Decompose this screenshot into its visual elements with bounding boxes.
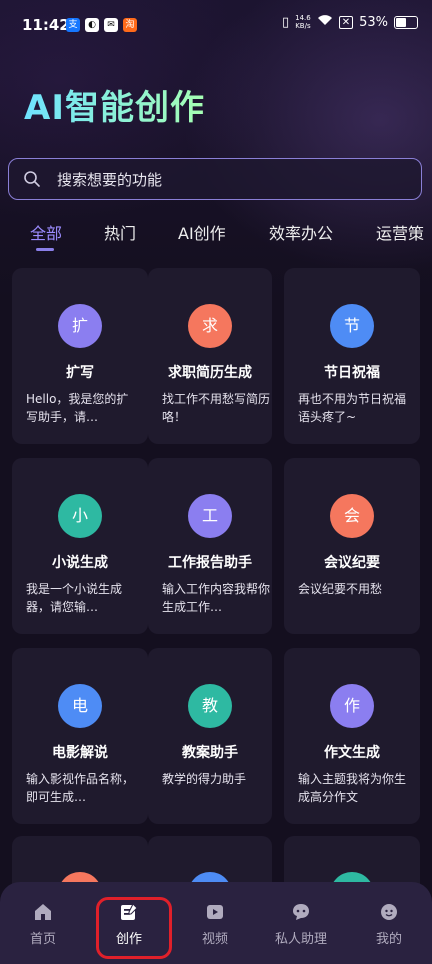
home-icon bbox=[35, 904, 51, 920]
wifi-icon bbox=[317, 14, 333, 30]
card-icon: 电 bbox=[58, 684, 102, 728]
category-tabs: 全部 热门 AI创作 效率办公 运营策 bbox=[0, 212, 432, 252]
status-bar: 11:42 支 ◐ ✉ 淘 ▯ 14.6 KB/s ✕ 53% bbox=[0, 0, 432, 52]
tab-hot[interactable]: 热门 bbox=[104, 220, 136, 244]
status-time: 11:42 bbox=[22, 16, 70, 34]
mail-icon: ✉ bbox=[104, 18, 118, 32]
profile-icon bbox=[381, 904, 397, 920]
card-icon: 会 bbox=[330, 494, 374, 538]
alipay-icon: 支 bbox=[66, 18, 80, 32]
card-title: 教案助手 bbox=[182, 745, 238, 761]
card-description: 再也不用为节日祝福语头疼了~ bbox=[298, 392, 407, 424]
feature-card-expand[interactable]: 扩 扩写 Hello，我是您的扩写助手，请… bbox=[12, 268, 148, 444]
nav-label: 首页 bbox=[29, 932, 56, 947]
card-description: 我是一个小说生成器，请您输… bbox=[26, 582, 123, 614]
active-tab-indicator bbox=[36, 248, 54, 251]
card-icon: 小 bbox=[58, 494, 102, 538]
card-title: 工作报告助手 bbox=[168, 555, 252, 571]
card-title: 作文生成 bbox=[324, 745, 380, 761]
search-icon bbox=[23, 170, 41, 192]
feature-grid: 扩 扩写 Hello，我是您的扩写助手，请… 求 求职简历生成 找工作不用愁写简… bbox=[12, 268, 420, 928]
nav-profile[interactable]: 我的 bbox=[346, 902, 432, 947]
feature-card-lesson-plan[interactable]: 教 教案助手 教学的得力助手 bbox=[148, 648, 272, 824]
tab-office[interactable]: 效率办公 bbox=[269, 220, 333, 244]
card-icon: 扩 bbox=[58, 304, 102, 348]
card-description: 输入影视作品名称，即可生成… bbox=[26, 772, 135, 804]
video-icon bbox=[207, 905, 223, 919]
assistant-icon bbox=[293, 904, 309, 920]
search-bar[interactable] bbox=[8, 158, 422, 200]
app-store-icon: 淘 bbox=[123, 18, 137, 32]
card-description: Hello，我是您的扩写助手，请… bbox=[26, 392, 129, 424]
card-icon: 求 bbox=[188, 304, 232, 348]
search-input[interactable] bbox=[55, 165, 399, 195]
nav-home[interactable]: 首页 bbox=[0, 902, 86, 947]
nav-assistant[interactable]: 私人助理 bbox=[258, 902, 344, 947]
feature-card-holiday[interactable]: 节 节日祝福 再也不用为节日祝福语头疼了~ bbox=[284, 268, 420, 444]
battery-percent: 53% bbox=[359, 14, 388, 30]
battery-icon bbox=[394, 15, 418, 29]
card-title: 节日祝福 bbox=[324, 365, 380, 381]
nav-label: 我的 bbox=[375, 932, 402, 947]
app-icon: ◐ bbox=[85, 18, 99, 32]
card-description: 找工作不用愁写简历咯！ bbox=[162, 392, 271, 424]
nav-video[interactable]: 视频 bbox=[172, 902, 258, 947]
card-icon: 节 bbox=[330, 304, 374, 348]
card-description: 输入工作内容我帮你生成工作… bbox=[162, 582, 271, 614]
vibrate-icon: ▯ bbox=[281, 14, 290, 30]
card-description: 会议纪要不用愁 bbox=[298, 582, 383, 596]
card-title: 求职简历生成 bbox=[168, 365, 252, 381]
card-description: 教学的得力助手 bbox=[162, 772, 247, 786]
highlight-box bbox=[96, 897, 172, 959]
card-description: 输入主题我将为你生成高分作文 bbox=[298, 772, 407, 804]
card-title: 小说生成 bbox=[52, 555, 108, 571]
feature-card-work-report[interactable]: 工 工作报告助手 输入工作内容我帮你生成工作… bbox=[148, 458, 272, 634]
sim-icon: ✕ bbox=[338, 15, 354, 29]
bottom-nav: 首页 创作 视频 私人助理 我的 bbox=[0, 882, 432, 964]
status-right: ▯ 14.6 KB/s ✕ 53% bbox=[282, 14, 418, 30]
page-title: AI智能创作 bbox=[24, 80, 205, 129]
tab-all[interactable]: 全部 bbox=[30, 220, 62, 244]
feature-card-novel[interactable]: 小 小说生成 我是一个小说生成器，请您输… bbox=[12, 458, 148, 634]
feature-card-essay[interactable]: 作 作文生成 输入主题我将为你生成高分作文 bbox=[284, 648, 420, 824]
feature-card-movie[interactable]: 电 电影解说 输入影视作品名称，即可生成… bbox=[12, 648, 148, 824]
nav-label: 视频 bbox=[201, 932, 228, 947]
notification-icons: 支 ◐ ✉ 淘 bbox=[66, 18, 137, 32]
card-icon: 教 bbox=[188, 684, 232, 728]
card-title: 会议纪要 bbox=[324, 555, 380, 571]
network-speed: 14.6 KB/s bbox=[295, 14, 311, 30]
feature-card-resume[interactable]: 求 求职简历生成 找工作不用愁写简历咯！ bbox=[148, 268, 272, 444]
card-title: 扩写 bbox=[66, 365, 94, 381]
nav-label: 私人助理 bbox=[274, 932, 327, 947]
card-icon: 工 bbox=[188, 494, 232, 538]
tab-ai-create[interactable]: AI创作 bbox=[178, 220, 226, 244]
feature-card-meeting[interactable]: 会 会议纪要 会议纪要不用愁 bbox=[284, 458, 420, 634]
tab-operations[interactable]: 运营策 bbox=[376, 220, 424, 244]
card-title: 电影解说 bbox=[52, 745, 108, 761]
card-icon: 作 bbox=[330, 684, 374, 728]
